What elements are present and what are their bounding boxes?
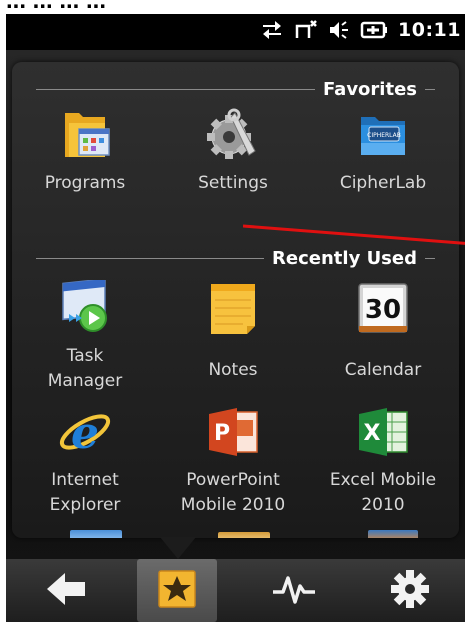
pulse-icon xyxy=(271,572,317,610)
star-icon xyxy=(157,569,197,613)
red-annotation-line xyxy=(243,224,465,245)
caption-fragment: ... ... ... ... xyxy=(6,0,107,14)
excel-label: Excel Mobile 2010 xyxy=(308,468,458,518)
tile-cipherlab[interactable]: CIPHERLAB CipherLab xyxy=(308,107,458,196)
tile-notes[interactable]: Notes xyxy=(158,280,308,383)
programs-label: Programs xyxy=(44,173,126,193)
clock: 10:11 xyxy=(398,19,461,41)
tile-task-manager[interactable]: Task Manager xyxy=(12,278,160,394)
settings-label: Settings xyxy=(198,173,268,193)
powerpoint-label-line2: Mobile 2010 xyxy=(180,495,286,515)
internet-explorer-icon: e xyxy=(57,404,113,460)
powerpoint-label-line1: PowerPoint xyxy=(186,470,280,490)
settings-button[interactable] xyxy=(370,559,450,622)
data-transfer-icon xyxy=(260,19,284,41)
calendar-label: Calendar xyxy=(344,360,422,380)
battery-charging-icon xyxy=(360,19,388,41)
svg-text:X: X xyxy=(364,421,381,446)
back-arrow-icon xyxy=(45,571,87,611)
powerpoint-icon: P xyxy=(205,404,261,460)
svg-text:P: P xyxy=(214,421,230,446)
internet-explorer-label-line2: Explorer xyxy=(49,495,121,515)
partial-app-icon-2[interactable] xyxy=(218,532,270,538)
task-manager-label-line1: Task xyxy=(66,346,104,366)
settings-gear-icon xyxy=(205,107,261,163)
notes-icon xyxy=(205,280,261,336)
bottom-toolbar xyxy=(6,559,465,622)
cipherlab-label: CipherLab xyxy=(339,173,427,193)
partial-app-icon-1[interactable] xyxy=(70,530,122,538)
tile-programs[interactable]: Programs xyxy=(12,107,160,196)
programs-folder-icon xyxy=(57,107,113,163)
tile-calendar[interactable]: 30 Calendar xyxy=(308,280,458,383)
powerpoint-label: PowerPoint Mobile 2010 xyxy=(158,468,308,518)
svg-text:CIPHERLAB: CIPHERLAB xyxy=(367,132,401,139)
task-manager-label: Task Manager xyxy=(12,344,160,394)
tile-internet-explorer[interactable]: e Internet Explorer xyxy=(12,404,160,518)
volume-icon xyxy=(328,19,350,41)
cropped-caption: ... ... ... ... xyxy=(0,0,465,14)
internet-explorer-label: Internet Explorer xyxy=(12,468,160,518)
svg-text:e: e xyxy=(71,408,99,459)
tile-powerpoint[interactable]: P PowerPoint Mobile 2010 xyxy=(158,404,308,518)
excel-label-line1: Excel Mobile xyxy=(329,470,437,490)
recently-used-title: Recently Used xyxy=(272,247,417,269)
back-button[interactable] xyxy=(26,559,106,622)
task-manager-icon xyxy=(57,278,113,336)
status-bar: 10:11 xyxy=(6,14,465,50)
excel-icon: X xyxy=(355,404,411,460)
start-popup: Favorites Programs Settings CIPHERLAB Ci… xyxy=(12,62,459,538)
recently-used-header: Recently Used xyxy=(36,246,435,270)
notes-label: Notes xyxy=(208,360,258,380)
device-screen: 10:11 Favorites Programs Settings CIPHER… xyxy=(6,14,465,622)
partial-app-icon-3[interactable] xyxy=(368,530,418,538)
favorites-button[interactable] xyxy=(137,559,217,622)
no-signal-icon xyxy=(294,19,318,41)
tile-excel[interactable]: X Excel Mobile 2010 xyxy=(308,404,458,518)
calendar-day-number: 30 xyxy=(365,295,401,325)
activity-button[interactable] xyxy=(254,559,334,622)
favorites-title: Favorites xyxy=(322,78,417,100)
cipherlab-folder-icon: CIPHERLAB xyxy=(355,107,411,163)
popup-pointer xyxy=(160,537,196,559)
favorites-header: Favorites xyxy=(36,77,435,101)
task-manager-label-line2: Manager xyxy=(47,371,123,391)
partial-row-icons xyxy=(12,528,459,538)
gear-icon xyxy=(390,569,430,613)
internet-explorer-label-line1: Internet xyxy=(51,470,119,490)
tile-settings[interactable]: Settings xyxy=(158,107,308,196)
excel-label-line2: 2010 xyxy=(361,495,405,515)
calendar-icon: 30 xyxy=(355,280,411,336)
